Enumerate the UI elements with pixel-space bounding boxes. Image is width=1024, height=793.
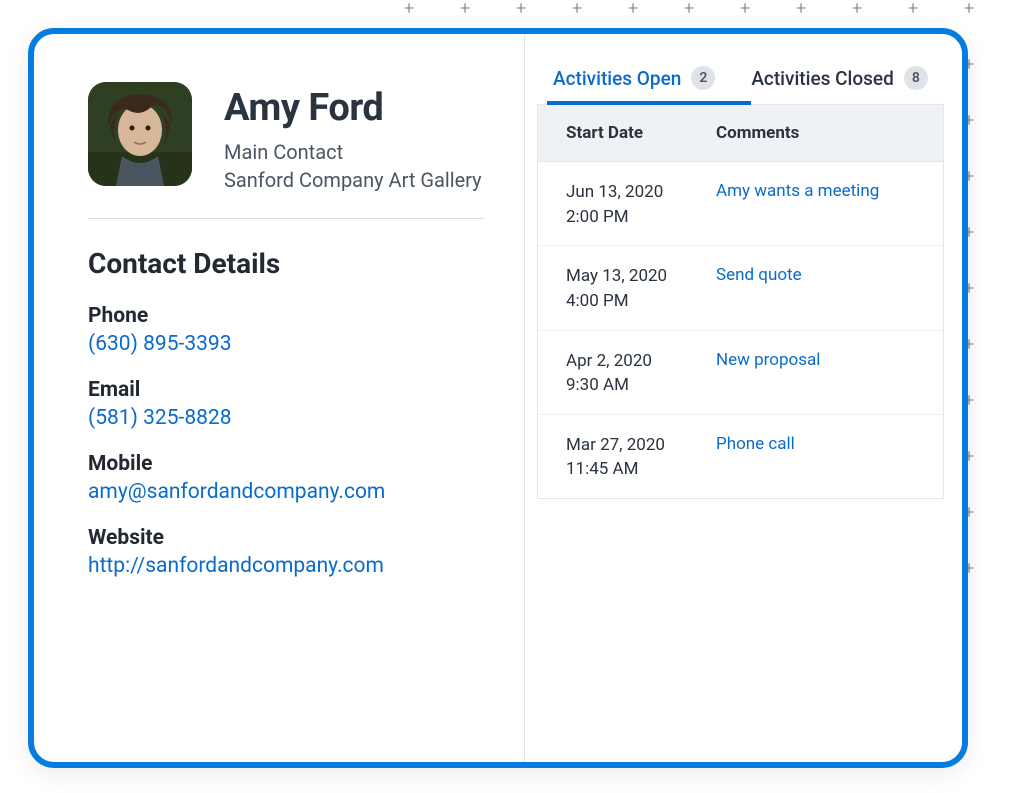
tab-open-count-badge: 2 <box>691 66 715 90</box>
time-text: 9:30 AM <box>566 373 716 398</box>
cell-comment[interactable]: New proposal <box>716 349 943 398</box>
activities-table: Start Date Comments Jun 13, 2020 2:00 PM… <box>537 105 944 499</box>
activities-tabs: Activities Open 2 Activities Closed 8 <box>537 60 944 105</box>
email-value[interactable]: (581) 325-8828 <box>88 406 484 430</box>
contact-name: Amy Ford <box>224 86 482 130</box>
contact-header: Amy Ford Main Contact Sanford Company Ar… <box>88 82 484 192</box>
date-text: Jun 13, 2020 <box>566 182 663 202</box>
table-row[interactable]: Mar 27, 2020 11:45 AM Phone call <box>538 415 943 498</box>
website-label: Website <box>88 526 484 550</box>
time-text: 11:45 AM <box>566 457 716 482</box>
cell-date: Apr 2, 2020 9:30 AM <box>566 349 716 398</box>
time-text: 2:00 PM <box>566 205 716 230</box>
tab-activities-closed[interactable]: Activities Closed 8 <box>751 60 928 104</box>
table-row[interactable]: May 13, 2020 4:00 PM Send quote <box>538 246 943 330</box>
website-value[interactable]: http://sanfordandcompany.com <box>88 554 484 578</box>
tab-open-label: Activities Open <box>553 67 681 90</box>
cell-comment[interactable]: Amy wants a meeting <box>716 180 943 229</box>
table-header: Start Date Comments <box>538 105 943 162</box>
contact-company: Sanford Company Art Gallery <box>224 168 482 192</box>
section-title-contact-details: Contact Details <box>88 247 484 280</box>
table-row[interactable]: Jun 13, 2020 2:00 PM Amy wants a meeting <box>538 162 943 246</box>
time-text: 4:00 PM <box>566 289 716 314</box>
activities-pane: Activities Open 2 Activities Closed 8 St… <box>524 34 962 762</box>
mobile-value[interactable]: amy@sanfordandcompany.com <box>88 480 484 504</box>
header-start-date: Start Date <box>566 123 716 143</box>
date-text: Mar 27, 2020 <box>566 435 665 455</box>
contact-name-block: Amy Ford Main Contact Sanford Company Ar… <box>224 82 482 192</box>
email-label: Email <box>88 378 484 402</box>
cell-comment[interactable]: Send quote <box>716 264 943 313</box>
contact-role: Main Contact <box>224 140 482 164</box>
phone-label: Phone <box>88 304 484 328</box>
contact-info-pane: Amy Ford Main Contact Sanford Company Ar… <box>34 34 524 762</box>
header-comments: Comments <box>716 123 943 143</box>
cell-comment[interactable]: Phone call <box>716 433 943 482</box>
date-text: May 13, 2020 <box>566 266 667 286</box>
cell-date: May 13, 2020 4:00 PM <box>566 264 716 313</box>
table-row[interactable]: Apr 2, 2020 9:30 AM New proposal <box>538 331 943 415</box>
tab-activities-open[interactable]: Activities Open 2 <box>553 60 715 104</box>
mobile-label: Mobile <box>88 452 484 476</box>
avatar <box>88 82 192 186</box>
date-text: Apr 2, 2020 <box>566 351 652 371</box>
phone-value[interactable]: (630) 895-3393 <box>88 332 484 356</box>
tab-closed-label: Activities Closed <box>751 67 894 90</box>
avatar-image <box>88 82 192 186</box>
contact-card: Amy Ford Main Contact Sanford Company Ar… <box>28 28 968 768</box>
cell-date: Mar 27, 2020 11:45 AM <box>566 433 716 482</box>
cell-date: Jun 13, 2020 2:00 PM <box>566 180 716 229</box>
divider <box>88 218 484 219</box>
tab-closed-count-badge: 8 <box>904 66 928 90</box>
